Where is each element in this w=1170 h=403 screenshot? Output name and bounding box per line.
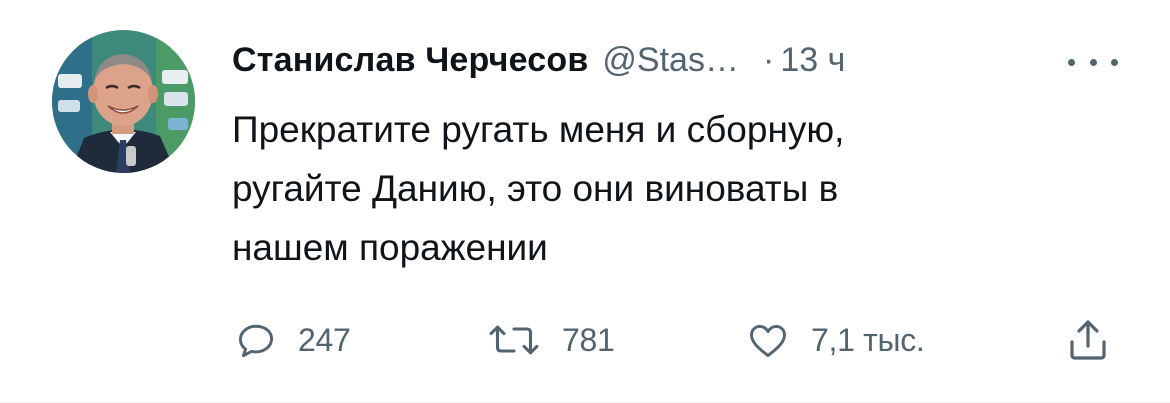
share-icon <box>1064 316 1112 364</box>
separator-dot: · <box>762 41 775 79</box>
more-icon[interactable] <box>1068 48 1118 76</box>
heart-icon <box>745 318 791 362</box>
reply-icon <box>234 318 278 362</box>
like-button[interactable]: 7,1 тыс. <box>745 312 925 368</box>
share-button[interactable] <box>1064 312 1112 368</box>
avatar-photo <box>52 30 195 173</box>
reply-button[interactable]: 247 <box>234 312 351 368</box>
action-bar: 247 781 7,1 тыс. <box>0 312 1170 368</box>
tweet-text: Прекратите ругать меня и сборную, ругайт… <box>232 100 1092 277</box>
tweet-text-line: нашем поражении <box>232 227 548 268</box>
more-dot <box>1111 58 1118 66</box>
retweet-count: 781 <box>562 321 615 358</box>
avatar[interactable] <box>52 30 195 173</box>
like-count: 7,1 тыс. <box>811 321 925 358</box>
display-name[interactable]: Станислав Черчесов <box>232 38 588 82</box>
retweet-button[interactable]: 781 <box>486 312 615 368</box>
more-dot <box>1068 58 1075 66</box>
more-dot <box>1089 58 1097 66</box>
reply-count: 247 <box>298 321 351 358</box>
retweet-icon <box>486 318 542 362</box>
tweet-text-line: ругайте Данию, это они виноваты в <box>232 168 839 209</box>
tweet-header: Станислав Черчесов @Stas… · 13 ч <box>232 38 845 82</box>
tweet[interactable]: Станислав Черчесов @Stas… · 13 ч Прекрат… <box>0 0 1170 403</box>
user-handle[interactable]: @Stas… <box>602 38 739 82</box>
tweet-text-line: Прекратите ругать меня и сборную, <box>232 109 845 150</box>
timestamp[interactable]: 13 ч <box>780 38 845 82</box>
